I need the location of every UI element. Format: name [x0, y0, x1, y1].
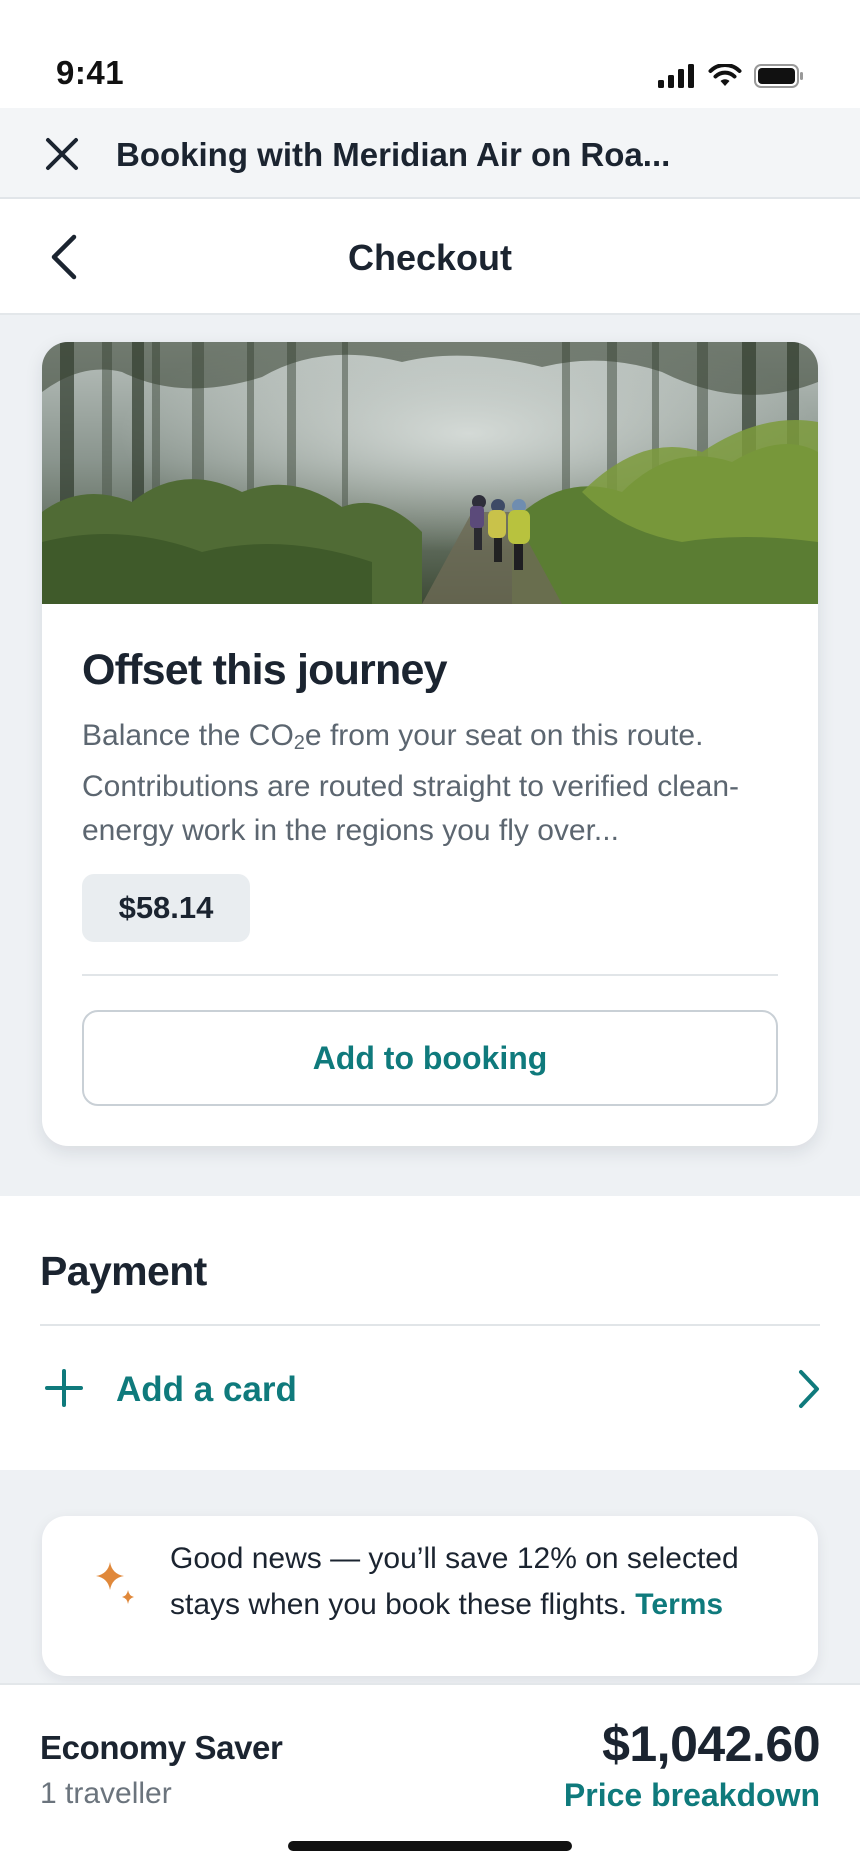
total-price: $1,042.60 [602, 1716, 820, 1772]
offset-price-chip: $58.14 [82, 874, 250, 942]
home-indicator [288, 1841, 572, 1851]
description-subscript: 2 [293, 732, 305, 754]
status-bar: 9:41 [0, 0, 860, 108]
traveller-count: 1 traveller [40, 1777, 172, 1810]
add-card-label: Add a card [116, 1370, 297, 1409]
status-icons [658, 64, 804, 88]
card-title: Offset this journey [82, 646, 447, 694]
description-text-1: Balance the CO [82, 719, 294, 752]
add-to-booking-button[interactable]: Add to booking [82, 1010, 778, 1106]
add-card-row[interactable]: Add a card [0, 1326, 860, 1470]
nav-bar: Checkout [0, 199, 860, 315]
price-breakdown-link[interactable]: Price breakdown [564, 1777, 820, 1814]
checkout-screen: 9:41 Booking with Meridian Air on Roa...… [0, 0, 860, 1864]
browser-title: Booking with Meridian Air on Roa... [116, 136, 671, 173]
cellular-signal-icon [658, 64, 694, 88]
battery-icon [754, 64, 803, 88]
card-description: Balance the CO2e from your seat on this … [82, 714, 782, 853]
payment-section: Payment Add a card [0, 1196, 860, 1470]
sparkle-icon [96, 1562, 134, 1604]
savings-banner: Good news — you’ll save 12% on selected … [42, 1516, 818, 1676]
payment-title: Payment [40, 1248, 207, 1294]
terms-link[interactable]: Terms [635, 1588, 723, 1621]
fare-name: Economy Saver [40, 1729, 283, 1766]
bottom-summary-bar: Economy Saver 1 traveller $1,042.60 Pric… [0, 1683, 860, 1864]
card-divider [82, 974, 778, 976]
savings-text: Good news — you’ll save 12% on selected … [170, 1536, 790, 1628]
page-title: Checkout [347, 237, 513, 278]
chevron-right-icon [799, 1370, 819, 1408]
browser-bar: Booking with Meridian Air on Roa... [0, 108, 860, 199]
status-time: 9:41 [56, 54, 125, 91]
wifi-icon [708, 64, 742, 86]
plus-icon [45, 1369, 83, 1407]
forest-hikers-photo [42, 342, 818, 604]
offset-card: Offset this journey Balance the CO2e fro… [42, 342, 818, 1146]
close-icon[interactable] [40, 132, 84, 176]
